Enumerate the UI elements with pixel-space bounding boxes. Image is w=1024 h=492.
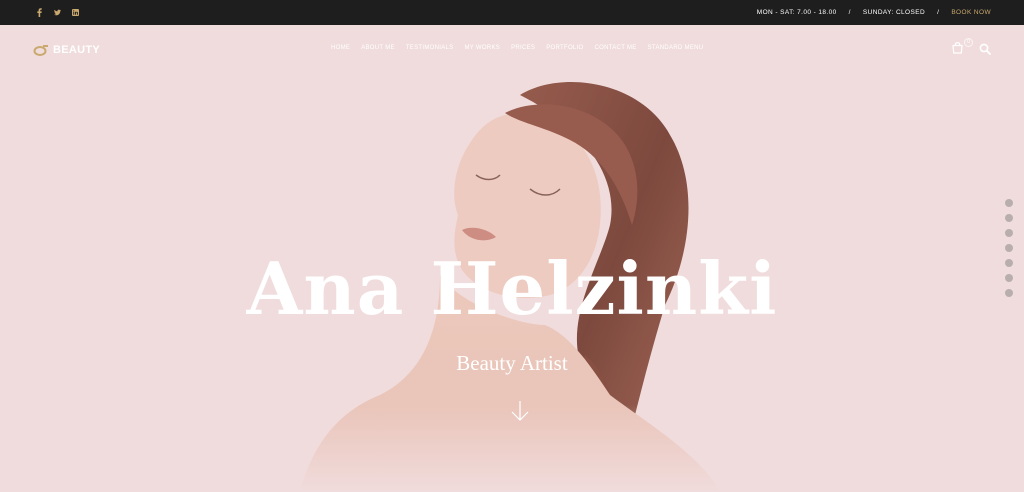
- scroll-down-arrow-icon[interactable]: [510, 400, 530, 422]
- nav-standard-menu[interactable]: STANDARD MENU: [648, 45, 704, 51]
- header-icons: 0: [951, 37, 991, 55]
- nav-about-me[interactable]: ABOUT ME: [361, 45, 395, 51]
- facebook-icon[interactable]: [36, 8, 43, 18]
- nav-portfolio[interactable]: PORTFOLIO: [546, 45, 583, 51]
- main-nav: HOME ABOUT ME TESTIMONIALS MY WORKS PRIC…: [331, 45, 703, 51]
- cart-count-badge: 0: [964, 37, 973, 47]
- slider-dot[interactable]: [1005, 289, 1013, 297]
- weekday-hours: MON - SAT: 7.00 - 18.00: [756, 9, 837, 16]
- logo-mark-icon: [33, 44, 48, 56]
- slider-dot[interactable]: [1005, 214, 1013, 222]
- business-hours: MON - SAT: 7.00 - 18.00 / SUNDAY: CLOSED…: [756, 9, 991, 16]
- site-logo[interactable]: BEAUTY: [33, 44, 100, 56]
- top-bar: MON - SAT: 7.00 - 18.00 / SUNDAY: CLOSED…: [0, 0, 1024, 25]
- nav-my-works[interactable]: MY WORKS: [464, 45, 500, 51]
- book-now-link[interactable]: BOOK NOW: [951, 9, 991, 16]
- nav-testimonials[interactable]: TESTIMONIALS: [406, 45, 454, 51]
- slider-dot[interactable]: [1005, 229, 1013, 237]
- hero-subtitle: Beauty Artist: [456, 351, 568, 375]
- cart-button[interactable]: 0: [951, 37, 973, 55]
- hero-title: Ana Helzinki: [246, 246, 778, 331]
- shopping-bag-icon: [952, 41, 963, 54]
- slider-dot[interactable]: [1005, 259, 1013, 267]
- slider-dot[interactable]: [1005, 244, 1013, 252]
- nav-contact-me[interactable]: CONTACT ME: [595, 45, 637, 51]
- nav-home[interactable]: HOME: [331, 45, 350, 51]
- sunday-hours: SUNDAY: CLOSED: [862, 9, 926, 16]
- hero-section: BEAUTY HOME ABOUT ME TESTIMONIALS MY WOR…: [0, 25, 1024, 492]
- slider-dot[interactable]: [1005, 199, 1013, 207]
- slider-dot[interactable]: [1005, 274, 1013, 282]
- search-icon[interactable]: [979, 43, 991, 55]
- nav-prices[interactable]: PRICES: [511, 45, 535, 51]
- slider-dots: [1005, 199, 1013, 297]
- twitter-icon[interactable]: [54, 8, 61, 18]
- social-links: [36, 0, 79, 25]
- logo-text: BEAUTY: [53, 44, 101, 56]
- linkedin-icon[interactable]: [72, 8, 79, 18]
